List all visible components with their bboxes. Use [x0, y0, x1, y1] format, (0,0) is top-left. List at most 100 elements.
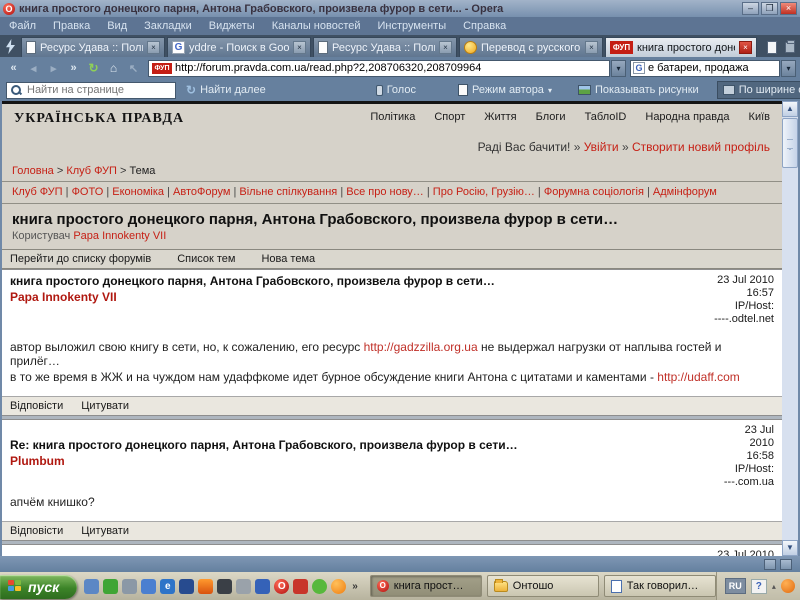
goto-forum-list-button[interactable]: Перейти до списку форумів	[10, 253, 151, 265]
qip-icon[interactable]	[312, 579, 327, 594]
chevron-down-icon[interactable]: ▾	[548, 86, 552, 95]
menu-file[interactable]: Файл	[9, 20, 36, 32]
tab-perevod[interactable]: Перевод с русского на ук… ×	[459, 37, 603, 57]
task-opera-kniga[interactable]: O книга прост…	[370, 575, 482, 597]
post-author-link[interactable]: Plumbum	[10, 454, 518, 468]
back-button[interactable]: ◂	[24, 62, 43, 75]
login-link[interactable]: Увійти	[570, 140, 618, 154]
fast-forward-button[interactable]: »	[64, 62, 83, 74]
find-input[interactable]	[27, 84, 171, 96]
find-next-button[interactable]: ↻ Найти далее	[186, 83, 266, 97]
tab-kniga-active[interactable]: ФУП книга простого донецког… ×	[605, 37, 757, 57]
forum-ekonomika[interactable]: Економіка	[103, 186, 164, 198]
tab-close-icon[interactable]: ×	[739, 41, 752, 54]
folder-icon[interactable]	[141, 579, 156, 594]
task-doc-tak-govoril[interactable]: Так говорил…	[604, 575, 716, 597]
status-icon[interactable]	[780, 559, 792, 570]
firefox-icon[interactable]	[198, 579, 213, 594]
search-input[interactable]	[648, 62, 777, 74]
agent-icon[interactable]	[331, 579, 346, 594]
tab-close-icon[interactable]: ×	[585, 41, 598, 54]
udaff-link[interactable]: http://udaff.com	[657, 370, 740, 384]
breadcrumb-club-fup[interactable]: Клуб ФУП	[54, 165, 117, 177]
forward-button[interactable]: ▸	[44, 62, 63, 75]
reply-button[interactable]: Відповісти	[10, 400, 63, 412]
forum-sociologia[interactable]: Форумна соціологія	[535, 186, 644, 198]
find-box[interactable]	[6, 82, 176, 99]
show-images-button[interactable]: Показывать рисунки	[578, 84, 699, 96]
internet-explorer-icon[interactable]: e	[160, 579, 175, 594]
forum-adminforum[interactable]: Адмінфорум	[644, 186, 717, 198]
menu-view[interactable]: Вид	[107, 20, 127, 32]
help-icon[interactable]: ?	[751, 579, 767, 594]
tab-google-search[interactable]: G yddre - Поиск в Google ×	[167, 37, 311, 57]
hide-icons-chevron[interactable]: ▴	[772, 582, 776, 591]
tab-close-icon[interactable]: ×	[293, 41, 306, 54]
display-icon[interactable]	[217, 579, 232, 594]
address-dropdown-icon[interactable]: ▾	[611, 60, 626, 77]
breadcrumb-home[interactable]: Головна	[12, 165, 54, 177]
panels-toggle-icon[interactable]	[6, 39, 15, 54]
rewind-button[interactable]: «	[4, 62, 23, 74]
reply-button[interactable]: Відповісти	[10, 525, 63, 537]
new-topic-button[interactable]: Нова тема	[261, 253, 315, 265]
status-icon[interactable]	[764, 559, 776, 570]
forum-club-fup[interactable]: Клуб ФУП	[12, 186, 63, 198]
menu-edit[interactable]: Правка	[53, 20, 90, 32]
search-field[interactable]: G	[630, 60, 780, 77]
menu-help[interactable]: Справка	[463, 20, 506, 32]
minimize-button[interactable]: –	[742, 2, 759, 15]
clock-app-icon[interactable]	[84, 579, 99, 594]
nav-politika[interactable]: Політика	[370, 111, 415, 123]
maximize-button[interactable]: ❐	[761, 2, 778, 15]
url-input[interactable]	[175, 62, 606, 74]
tab-resurs-udava-2[interactable]: Ресурс Удава :: Полит.ср… ×	[313, 37, 457, 57]
forum-foto[interactable]: ФОТО	[63, 186, 104, 198]
home-button[interactable]: ⌂	[104, 61, 123, 75]
nav-blogy[interactable]: Блоги	[536, 111, 566, 123]
task-folder-ontosho[interactable]: Онтошо	[487, 575, 599, 597]
quote-button[interactable]: Цитувати	[81, 525, 129, 537]
voice-button[interactable]: Голос	[376, 84, 416, 96]
printer-icon[interactable]	[236, 579, 251, 594]
close-button[interactable]: ×	[780, 2, 797, 15]
show-desktop-icon[interactable]	[122, 579, 137, 594]
scrollbar-thumb[interactable]	[782, 118, 798, 168]
start-button[interactable]: пуск	[0, 575, 77, 599]
nav-narodna-pravda[interactable]: Народна правда	[645, 111, 729, 123]
vertical-scrollbar[interactable]: ▲ ▼	[782, 101, 798, 556]
new-tab-icon[interactable]	[767, 41, 777, 54]
site-logo[interactable]: УКРАЇНСЬКА ПРАВДА	[14, 111, 184, 126]
nav-sport[interactable]: Спорт	[434, 111, 465, 123]
gadzzilla-link[interactable]: http://gadzzilla.org.ua	[364, 340, 478, 354]
menu-widgets[interactable]: Виджеты	[209, 20, 255, 32]
thread-author-link[interactable]: Papa Innokenty VII	[73, 230, 166, 242]
forum-avtoforum[interactable]: АвтоФорум	[164, 186, 230, 198]
author-mode-button[interactable]: Режим автора ▾	[458, 84, 552, 96]
nav-zhyttia[interactable]: Життя	[484, 111, 516, 123]
register-link[interactable]: Створити новий профіль	[619, 140, 770, 154]
nav-kyiv[interactable]: Київ	[749, 111, 770, 123]
address-field[interactable]: ФУП	[148, 60, 610, 77]
scroll-down-icon[interactable]: ▼	[782, 540, 798, 556]
topic-list-button[interactable]: Список тем	[177, 253, 235, 265]
post-author-link[interactable]: Papa Innokenty VII	[10, 290, 495, 304]
fit-width-button[interactable]: По ширине окна	[717, 81, 800, 99]
overflow-chevron-icon[interactable]: »	[352, 581, 358, 592]
tab-close-icon[interactable]: ×	[147, 41, 160, 54]
nav-tabloid[interactable]: ТаблоID	[585, 111, 627, 123]
tab-resurs-udava-1[interactable]: Ресурс Удава :: Полит.ср… ×	[21, 37, 165, 57]
direct-button[interactable]: ↖	[124, 62, 143, 75]
reload-button[interactable]: ↻	[84, 61, 103, 75]
search-dropdown-icon[interactable]: ▾	[781, 60, 796, 77]
menu-feeds[interactable]: Каналы новостей	[272, 20, 361, 32]
agent-tray-icon[interactable]	[781, 579, 795, 593]
forum-vilne[interactable]: Вільне спілкування	[230, 186, 337, 198]
update-icon[interactable]	[103, 579, 118, 594]
calculator-icon[interactable]	[293, 579, 308, 594]
forum-pro-rosiyu[interactable]: Про Росію, Грузію…	[424, 186, 535, 198]
forum-vse-pro-novu[interactable]: Все про нову…	[337, 186, 424, 198]
tab-close-icon[interactable]: ×	[439, 41, 452, 54]
menu-bookmarks[interactable]: Закладки	[144, 20, 192, 32]
language-indicator[interactable]: RU	[725, 578, 746, 594]
